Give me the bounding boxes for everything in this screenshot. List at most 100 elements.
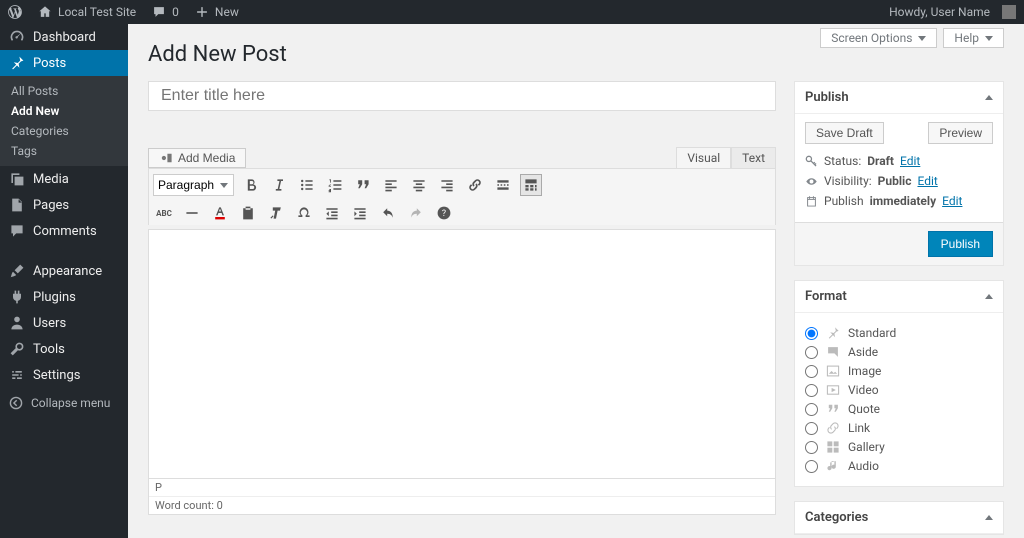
screen-options-button[interactable]: Screen Options [820, 28, 937, 48]
schedule-edit[interactable]: Edit [942, 194, 962, 208]
tab-visual[interactable]: Visual [676, 147, 731, 168]
dashboard-icon [9, 29, 25, 45]
tab-text[interactable]: Text [731, 147, 776, 168]
tb-blockquote[interactable] [352, 174, 374, 196]
categories-box-header[interactable]: Categories [795, 502, 1003, 534]
help-button[interactable]: Help [943, 28, 1004, 48]
format-link[interactable]: Link [805, 421, 993, 435]
tb-undo[interactable] [377, 202, 399, 224]
eye-icon [805, 175, 818, 188]
collapse-menu[interactable]: Collapse menu [0, 388, 128, 418]
format-title: Format [805, 289, 847, 304]
pages-icon [9, 197, 25, 213]
link-icon [826, 421, 840, 435]
format-image[interactable]: Image [805, 364, 993, 378]
tb-redo[interactable] [405, 202, 427, 224]
editor-body[interactable] [148, 229, 776, 479]
menu-pages[interactable]: Pages [0, 192, 128, 218]
format-video[interactable]: Video [805, 383, 993, 397]
format-box-header[interactable]: Format [795, 281, 1003, 313]
format-select[interactable]: Paragraph [153, 174, 234, 196]
post-title-input[interactable] [148, 81, 776, 111]
tb-outdent[interactable] [321, 202, 343, 224]
pin-icon [826, 326, 840, 340]
calendar-icon [805, 195, 818, 208]
adminbar-comments[interactable]: 0 [144, 0, 187, 24]
gallery-icon [826, 440, 840, 454]
tb-toolbar-toggle[interactable] [520, 174, 542, 196]
comments-count: 0 [172, 5, 179, 19]
visibility-edit[interactable]: Edit [917, 174, 937, 188]
status-row: Status: Draft Edit [805, 154, 993, 168]
tb-specialchar[interactable] [293, 202, 315, 224]
submenu-tags[interactable]: Tags [0, 141, 128, 161]
comment-icon [152, 5, 166, 19]
chevron-down-icon [985, 36, 993, 41]
menu-posts[interactable]: Posts [0, 50, 128, 76]
add-media-label: Add Media [178, 151, 235, 165]
submenu-all-posts[interactable]: All Posts [0, 81, 128, 101]
format-standard[interactable]: Standard [805, 326, 993, 340]
tb-textcolor[interactable] [209, 202, 231, 224]
comments-icon [9, 223, 25, 239]
settings-icon [9, 367, 25, 383]
schedule-row: Publish immediately Edit [805, 194, 993, 208]
brush-icon [9, 263, 25, 279]
menu-users[interactable]: Users [0, 310, 128, 336]
wordpress-icon [8, 5, 22, 19]
users-icon [9, 315, 25, 331]
status-bar: P Word count: 0 [148, 479, 776, 515]
tb-align-right[interactable] [436, 174, 458, 196]
site-name-label: Local Test Site [58, 5, 136, 19]
menu-media[interactable]: Media [0, 166, 128, 192]
adminbar-new[interactable]: New [187, 0, 247, 24]
format-aside[interactable]: Aside [805, 345, 993, 359]
menu-plugins[interactable]: Plugins [0, 284, 128, 310]
save-draft-button[interactable]: Save Draft [805, 122, 884, 144]
collapse-menu-label: Collapse menu [31, 396, 110, 410]
tb-link[interactable] [464, 174, 486, 196]
tb-bold[interactable] [240, 174, 262, 196]
menu-comments-label: Comments [33, 224, 97, 239]
audio-icon [826, 459, 840, 473]
menu-pages-label: Pages [33, 198, 69, 213]
add-media-button[interactable]: Add Media [148, 148, 246, 168]
menu-appearance[interactable]: Appearance [0, 258, 128, 284]
howdy-user[interactable]: Howdy, User Name [881, 0, 1024, 24]
tb-align-left[interactable] [380, 174, 402, 196]
publish-box-header[interactable]: Publish [795, 82, 1003, 114]
chevron-up-icon [985, 515, 993, 520]
word-count: Word count: 0 [149, 497, 775, 514]
wp-logo[interactable] [0, 0, 30, 24]
tb-help[interactable]: ? [433, 202, 455, 224]
submenu-categories[interactable]: Categories [0, 121, 128, 141]
tb-paste[interactable] [237, 202, 259, 224]
tb-clear[interactable] [265, 202, 287, 224]
tb-readmore[interactable] [492, 174, 514, 196]
format-gallery[interactable]: Gallery [805, 440, 993, 454]
site-name[interactable]: Local Test Site [30, 0, 144, 24]
preview-button[interactable]: Preview [928, 122, 993, 144]
media-icon [9, 171, 25, 187]
submenu-add-new[interactable]: Add New [0, 101, 128, 121]
menu-dashboard[interactable]: Dashboard [0, 24, 128, 50]
menu-comments[interactable]: Comments [0, 218, 128, 244]
tb-strike[interactable]: ABC [153, 202, 175, 224]
aside-icon [826, 345, 840, 359]
format-audio[interactable]: Audio [805, 459, 993, 473]
tb-align-center[interactable] [408, 174, 430, 196]
tb-indent[interactable] [349, 202, 371, 224]
categories-box: Categories [794, 501, 1004, 535]
editor-toolbar: Paragraph ABC [148, 168, 776, 225]
menu-dashboard-label: Dashboard [33, 30, 96, 45]
menu-settings[interactable]: Settings [0, 362, 128, 388]
tb-italic[interactable] [268, 174, 290, 196]
tb-number-list[interactable] [324, 174, 346, 196]
tb-hr[interactable] [181, 202, 203, 224]
home-icon [38, 5, 52, 19]
status-edit[interactable]: Edit [900, 154, 920, 168]
menu-tools[interactable]: Tools [0, 336, 128, 362]
publish-button[interactable]: Publish [928, 231, 993, 257]
format-quote[interactable]: Quote [805, 402, 993, 416]
tb-bullet-list[interactable] [296, 174, 318, 196]
